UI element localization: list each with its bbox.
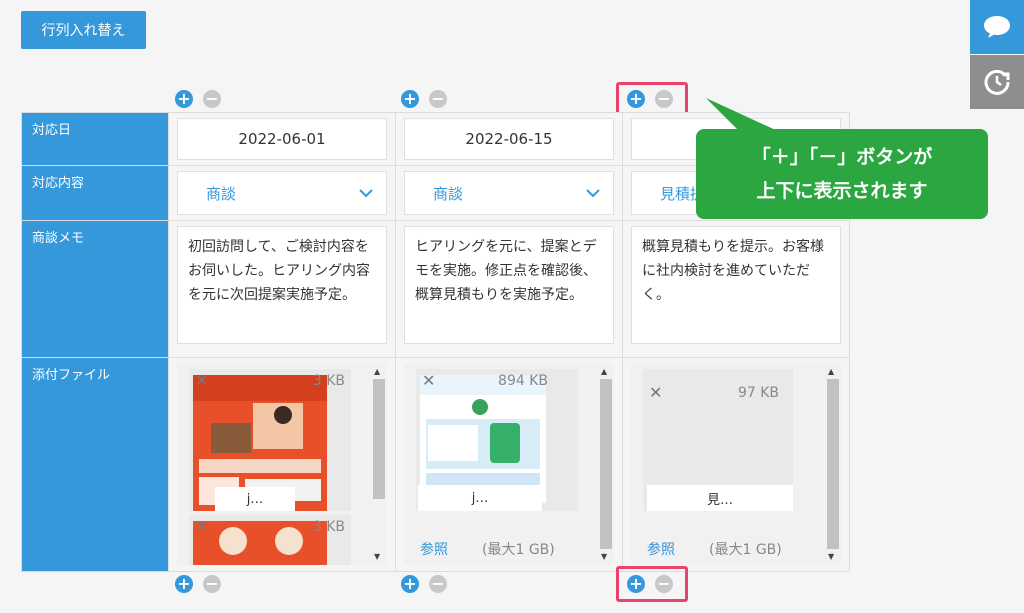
- callout-line1: 「＋」「－」ボタンが: [751, 146, 933, 168]
- select-value: 商談: [206, 184, 237, 203]
- refresh-button[interactable]: [970, 55, 1024, 109]
- scroll-thumb[interactable]: [600, 379, 612, 549]
- date-field[interactable]: 2022-06-01: [177, 118, 387, 160]
- row-label-memo: 商談メモ: [21, 220, 169, 358]
- refresh-clock-icon: [984, 69, 1010, 95]
- remove-column-button[interactable]: −: [429, 575, 447, 593]
- scroll-thumb[interactable]: [827, 379, 839, 549]
- scroll-down-icon[interactable]: ▼: [601, 552, 607, 561]
- memo-textarea[interactable]: 概算見積もりを提示。お客様に社内検討を進めていただく。: [631, 226, 841, 344]
- scroll-thumb[interactable]: [373, 379, 385, 499]
- file-size: 3 KB: [312, 373, 345, 389]
- remove-file-icon[interactable]: ✕: [422, 371, 435, 390]
- row-label-date: 対応日: [21, 112, 169, 166]
- max-size-note: (最大1 GB): [709, 542, 782, 558]
- scroll-up-icon[interactable]: ▲: [374, 367, 380, 376]
- col2-bottom-controls: + −: [401, 575, 447, 593]
- add-column-left-button[interactable]: +: [401, 90, 419, 108]
- scroll-up-icon[interactable]: ▲: [828, 367, 834, 376]
- memo-textarea[interactable]: 初回訪問して、ご検討内容をお伺いした。ヒアリング内容を元に次回提案実施予定。: [177, 226, 387, 344]
- file-list-scrollbar[interactable]: ▲ ▼: [825, 363, 841, 565]
- swap-rows-columns-button[interactable]: 行列入れ替え: [21, 11, 146, 49]
- remove-file-icon[interactable]: ✕: [195, 371, 208, 390]
- type-select[interactable]: 商談: [404, 171, 614, 215]
- top-controls-highlight: [616, 82, 688, 116]
- scroll-down-icon[interactable]: ▼: [828, 552, 834, 561]
- file-list: ✕ 3 KB j… ✕ 3 KB ▲ ▼: [177, 363, 387, 565]
- file-name[interactable]: 見…: [647, 485, 793, 511]
- row-label-type: 対応内容: [21, 165, 169, 221]
- scroll-down-icon[interactable]: ▼: [374, 552, 380, 561]
- file-size: 894 KB: [498, 373, 548, 389]
- file-card: ✕ 3 KB j…: [189, 369, 351, 511]
- col1-top-controls: + −: [175, 90, 221, 108]
- callout-line2: 上下に表示されます: [756, 180, 928, 202]
- file-list-scrollbar[interactable]: ▲ ▼: [371, 363, 387, 565]
- col2-top-controls: + −: [401, 90, 447, 108]
- browse-link[interactable]: 参照: [647, 539, 675, 559]
- remove-file-icon[interactable]: ✕: [649, 383, 662, 402]
- file-name[interactable]: j…: [418, 485, 542, 511]
- chevron-down-icon: [586, 189, 600, 198]
- file-thumbnail: [193, 521, 327, 565]
- remove-column-button[interactable]: −: [203, 575, 221, 593]
- browse-link[interactable]: 参照: [420, 539, 448, 559]
- scroll-up-icon[interactable]: ▲: [601, 367, 607, 376]
- bottom-controls-highlight: [616, 566, 688, 602]
- file-list: ✕ 97 KB 見… 参照 (最大1 GB) ▲ ▼: [631, 363, 841, 565]
- add-column-left-button[interactable]: +: [175, 90, 193, 108]
- remove-file-icon[interactable]: ✕: [195, 517, 208, 536]
- file-card: ✕ 97 KB 見…: [643, 369, 793, 511]
- chat-bubble-icon: [984, 16, 1010, 38]
- remove-column-button[interactable]: −: [429, 90, 447, 108]
- annotation-callout: 「＋」「－」ボタンが 上下に表示されます: [696, 129, 988, 219]
- chevron-down-icon: [359, 189, 373, 198]
- memo-textarea[interactable]: ヒアリングを元に、提案とデモを実施。修正点を確認後、概算見積もりを実施予定。: [404, 226, 614, 344]
- file-thumbnail: [420, 375, 546, 503]
- file-size: 3 KB: [312, 519, 345, 535]
- date-field[interactable]: 2022-06-15: [404, 118, 614, 160]
- file-list-scrollbar[interactable]: ▲ ▼: [598, 363, 614, 565]
- file-card: ✕ 3 KB: [189, 515, 351, 565]
- file-list: ✕ 894 KB j… 参照 (最大1 GB) ▲ ▼: [404, 363, 614, 565]
- file-name[interactable]: j…: [215, 487, 295, 511]
- add-column-right-button[interactable]: +: [401, 575, 419, 593]
- max-size-note: (最大1 GB): [482, 542, 555, 558]
- col1-bottom-controls: + −: [175, 575, 221, 593]
- type-select[interactable]: 商談: [177, 171, 387, 215]
- select-value: 商談: [433, 184, 464, 203]
- remove-column-button[interactable]: −: [203, 90, 221, 108]
- add-column-right-button[interactable]: +: [175, 575, 193, 593]
- row-label-files: 添付ファイル: [21, 357, 169, 572]
- file-size: 97 KB: [737, 385, 779, 401]
- chat-button[interactable]: [970, 0, 1024, 54]
- file-card: ✕ 894 KB j…: [416, 369, 578, 511]
